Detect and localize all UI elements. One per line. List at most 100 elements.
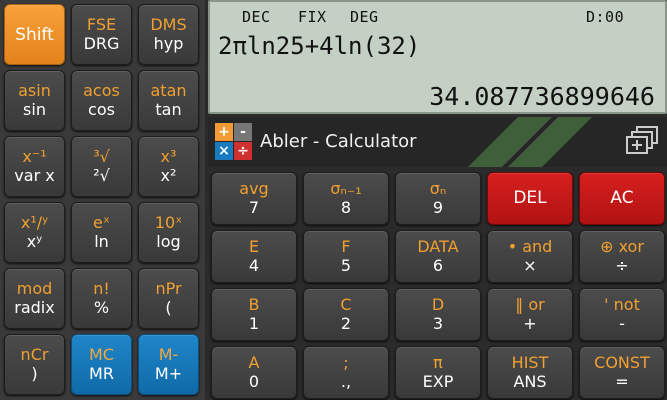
key-sqrt[interactable]: ³√ ²√	[71, 136, 132, 197]
format-indicator: FIX	[298, 8, 327, 26]
key-primary-label: sin	[23, 99, 46, 119]
key-mr[interactable]: MC MR	[71, 334, 132, 395]
key-primary-label: ln	[94, 231, 109, 251]
result-text: 34.087736899646	[429, 82, 655, 111]
key-percent[interactable]: n!%	[71, 268, 132, 329]
key-primary-label: EXP	[422, 371, 454, 391]
key-secondary-label: DMS	[150, 14, 187, 34]
key-primary-label: M+	[154, 363, 183, 383]
key-hyp[interactable]: DMS hyp	[138, 4, 199, 65]
key-open-paren[interactable]: nPr(	[138, 268, 199, 329]
key-secondary-label: mod	[16, 278, 53, 298]
key-secondary-label: ;	[343, 352, 349, 372]
key-secondary-label: π	[433, 352, 443, 372]
multi-window-icon[interactable]	[625, 125, 661, 157]
key-9[interactable]: σₙ 9	[395, 172, 481, 225]
key-power[interactable]: x¹/ʸ xʸ	[4, 202, 65, 263]
app-title: Abler - Calculator	[260, 131, 417, 152]
key-ac[interactable]: AC	[579, 172, 665, 225]
key-0[interactable]: A0	[211, 346, 297, 399]
key-primary-label: log	[156, 231, 181, 251]
key-sin[interactable]: asin sin	[4, 70, 65, 131]
key-1[interactable]: B1	[211, 288, 297, 341]
key-2[interactable]: C2	[303, 288, 389, 341]
key-7[interactable]: avg 7	[211, 172, 297, 225]
number-mode-indicator: DEC	[242, 8, 271, 26]
key-ans[interactable]: HIST ANS	[487, 346, 573, 399]
key-primary-label: var x	[14, 165, 55, 185]
key-primary-label: )	[31, 363, 38, 383]
key-primary-label: hyp	[153, 33, 184, 53]
key-primary-label: 3	[432, 313, 444, 333]
key-4[interactable]: E4	[211, 230, 297, 283]
key-primary-label: 9	[432, 197, 444, 217]
key-primary-label: DEL	[513, 187, 547, 208]
key-close-paren[interactable]: nCr)	[4, 334, 65, 395]
key-primary-label: 0	[248, 371, 260, 391]
key-secondary-label: D	[431, 294, 445, 314]
key-primary-label: radix	[14, 297, 55, 317]
key-primary-label: =	[615, 371, 629, 391]
key-ln[interactable]: eˣ ln	[71, 202, 132, 263]
key-primary-label: 7	[248, 197, 260, 217]
key-secondary-label: x⁻¹	[22, 146, 47, 166]
key-drg[interactable]: FSE DRG	[71, 4, 132, 65]
key-secondary-label: atan	[150, 80, 187, 100]
key-multiply[interactable]: • and ×	[487, 230, 573, 283]
key-secondary-label: MC	[89, 344, 114, 364]
key-equals[interactable]: CONST =	[579, 346, 665, 399]
key-secondary-label: ‖ or	[515, 294, 545, 314]
key-mplus[interactable]: M- M+	[138, 334, 199, 395]
key-divide[interactable]: ⊕ xor ÷	[579, 230, 665, 283]
key-secondary-label: nCr	[20, 344, 49, 364]
key-primary-label: x²	[160, 165, 177, 185]
key-8[interactable]: σₙ₋₁ 8	[303, 172, 389, 225]
key-primary-label: tan	[155, 99, 182, 119]
key-separator[interactable]: ;.,	[303, 346, 389, 399]
key-del[interactable]: DEL	[487, 172, 573, 225]
key-primary-label: 2	[340, 313, 352, 333]
key-6[interactable]: DATA 6	[395, 230, 481, 283]
key-secondary-label: avg	[239, 178, 269, 198]
key-primary-label: DRG	[83, 33, 120, 53]
key-secondary-label: eˣ	[93, 212, 110, 232]
key-exp[interactable]: π EXP	[395, 346, 481, 399]
key-secondary-label: ' not	[604, 294, 640, 314]
key-3[interactable]: D3	[395, 288, 481, 341]
key-secondary-label: ⊕ xor	[600, 236, 644, 256]
memory-indicator: D:00	[586, 8, 625, 26]
key-secondary-label: HIST	[511, 352, 549, 372]
key-5[interactable]: F5	[303, 230, 389, 283]
key-cos[interactable]: acos cos	[71, 70, 132, 131]
key-primary-label: ²√	[93, 165, 110, 185]
key-varx[interactable]: x⁻¹ var x	[4, 136, 65, 197]
key-secondary-label: C	[340, 294, 352, 314]
key-secondary-label: A	[248, 352, 260, 372]
scientific-keypad: Shift FSE DRG DMS hyp asin sin acos cos atan tan x⁻…	[0, 0, 205, 400]
key-secondary-label: CONST	[594, 352, 650, 372]
angle-unit-indicator: DEG	[350, 8, 379, 26]
key-secondary-label: σₙ₋₁	[330, 178, 362, 198]
key-primary-label: 6	[432, 255, 444, 275]
key-log[interactable]: 10ˣ log	[138, 202, 199, 263]
key-primary-label: (	[165, 297, 172, 317]
key-secondary-label: x³	[160, 146, 177, 166]
key-plus[interactable]: ‖ or +	[487, 288, 573, 341]
key-tan[interactable]: atan tan	[138, 70, 199, 131]
key-primary-label: -	[619, 313, 625, 333]
key-primary-label: ÷	[615, 255, 629, 275]
key-primary-label: %	[93, 297, 110, 317]
key-minus[interactable]: ' not -	[579, 288, 665, 341]
key-secondary-label: F	[341, 236, 351, 256]
key-primary-label: xʸ	[26, 231, 43, 251]
key-primary-label: 5	[340, 255, 352, 275]
key-shift[interactable]: Shift	[4, 4, 65, 65]
app-title-bar: + - × ÷ Abler - Calculator	[208, 117, 667, 167]
key-secondary-label: ³√	[93, 146, 110, 166]
calculator-logo-icon: + - × ÷	[213, 121, 253, 161]
key-secondary-label: M-	[158, 344, 179, 364]
key-primary-label: cos	[88, 99, 115, 119]
key-radix[interactable]: mod radix	[4, 268, 65, 329]
expression-text[interactable]: 2πln25+4ln(32)	[218, 32, 420, 60]
key-square[interactable]: x³ x²	[138, 136, 199, 197]
